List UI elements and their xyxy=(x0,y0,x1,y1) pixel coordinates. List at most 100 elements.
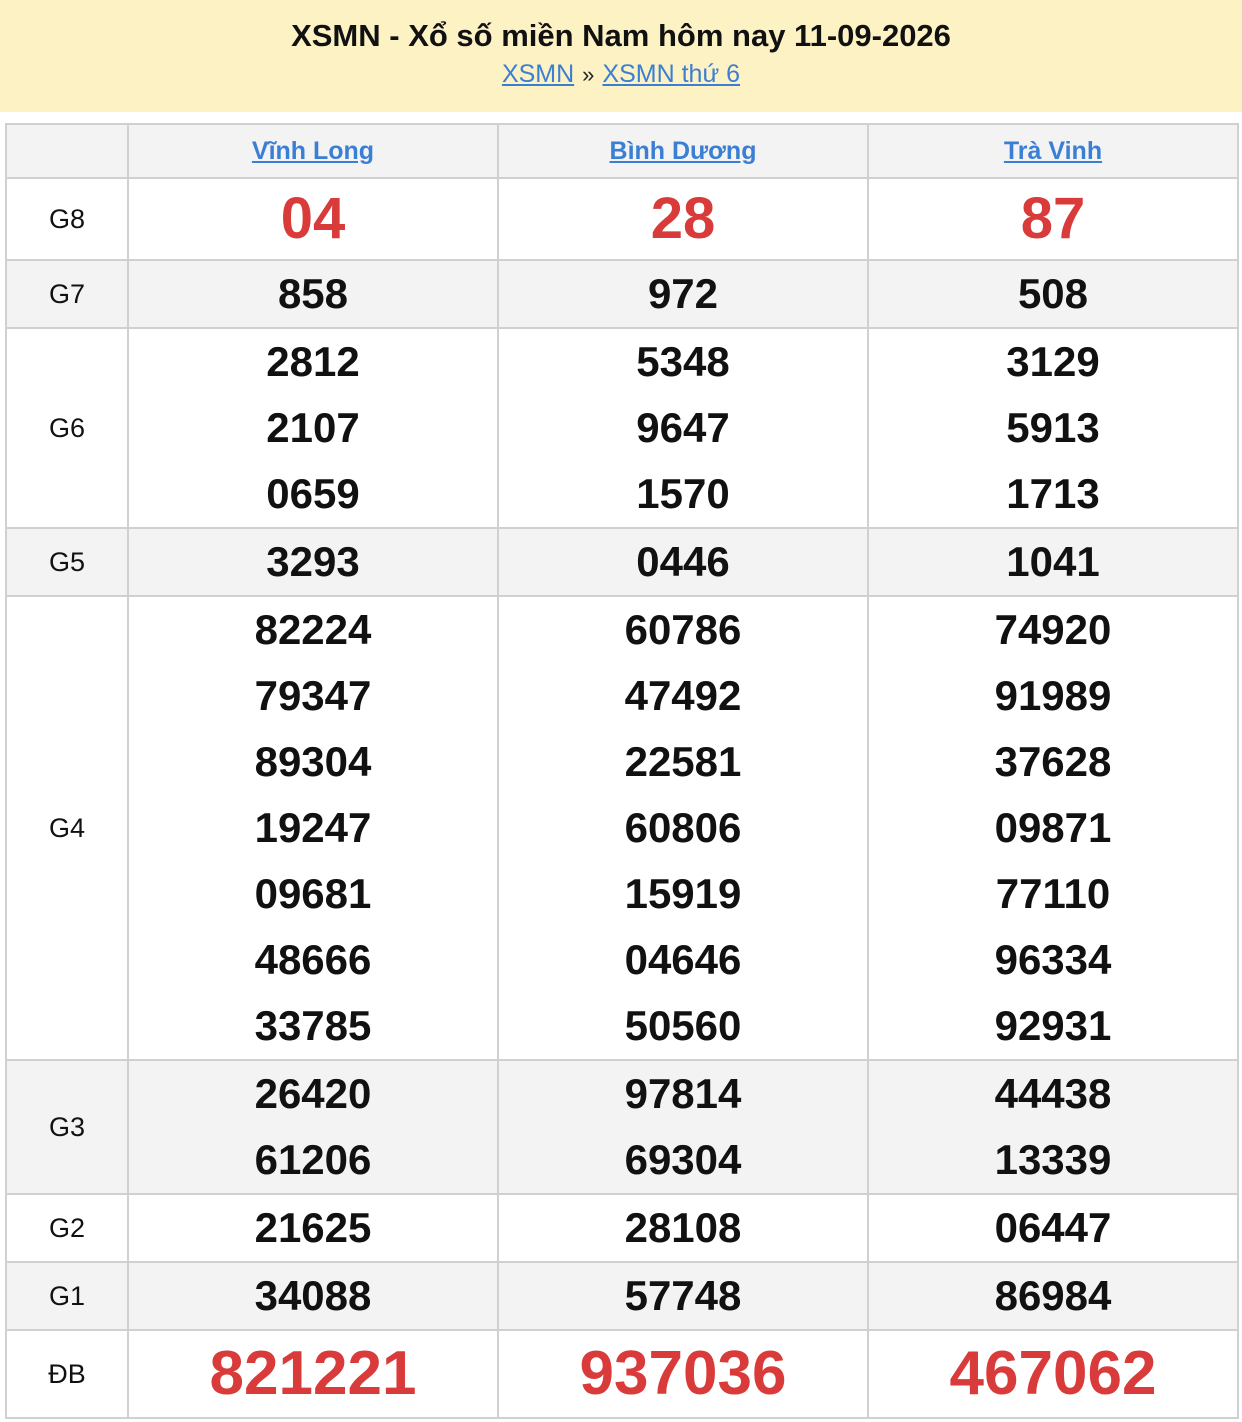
prize-number: 57748 xyxy=(624,1272,742,1319)
prize-number: 0659 xyxy=(266,470,360,517)
prize-number: 60806 xyxy=(624,804,742,851)
prize-number: 467062 xyxy=(949,1339,1157,1408)
prize-row-g5: G5 3293 0446 1041 xyxy=(5,527,1239,597)
prize-cell: 26420 61206 xyxy=(127,1059,499,1195)
prize-number: 33785 xyxy=(254,1002,372,1049)
prize-cell: 508 xyxy=(867,259,1239,329)
prize-cell: 821221 xyxy=(127,1329,499,1419)
prize-number: 50560 xyxy=(624,1002,742,1049)
prize-number: 60786 xyxy=(624,606,742,653)
prize-label: G4 xyxy=(5,595,129,1061)
prize-cell: 1041 xyxy=(867,527,1239,597)
prize-label: ĐB xyxy=(5,1329,129,1419)
prize-number: 96334 xyxy=(994,936,1112,983)
province-link-binh-duong[interactable]: Bình Dương xyxy=(610,137,757,165)
prize-number: 28 xyxy=(650,186,716,251)
prize-cell: 74920 91989 37628 09871 77110 96334 92931 xyxy=(867,595,1239,1061)
prize-number: 15919 xyxy=(624,870,742,917)
prize-cell: 86984 xyxy=(867,1261,1239,1331)
prize-number: 37628 xyxy=(994,738,1112,785)
prize-number: 04 xyxy=(280,186,346,251)
prize-row-g3: G3 26420 61206 97814 69304 44438 13339 xyxy=(5,1059,1239,1195)
breadcrumb-separator: » xyxy=(582,62,595,87)
prize-cell: 0446 xyxy=(497,527,869,597)
prize-number: 1041 xyxy=(1006,538,1100,585)
prize-number: 21625 xyxy=(254,1204,372,1251)
prize-label: G1 xyxy=(5,1261,129,1331)
prize-cell: 467062 xyxy=(867,1329,1239,1419)
breadcrumb: XSMN » XSMN thứ 6 xyxy=(0,58,1242,91)
prize-number: 13339 xyxy=(994,1136,1112,1183)
prize-cell: 858 xyxy=(127,259,499,329)
province-header: Bình Dương xyxy=(497,123,869,179)
prize-cell: 04 xyxy=(127,177,499,261)
prize-number: 34088 xyxy=(254,1272,372,1319)
prize-cell: 937036 xyxy=(497,1329,869,1419)
prize-label: G6 xyxy=(5,327,129,529)
prize-row-g1: G1 34088 57748 86984 xyxy=(5,1261,1239,1331)
prize-number: 3129 xyxy=(1006,338,1100,385)
prize-cell: 3293 xyxy=(127,527,499,597)
prize-row-g7: G7 858 972 508 xyxy=(5,259,1239,329)
prize-number: 92931 xyxy=(994,1002,1112,1049)
prize-row-g2: G2 21625 28108 06447 xyxy=(5,1193,1239,1263)
prize-cell: 28108 xyxy=(497,1193,869,1263)
prize-label: G2 xyxy=(5,1193,129,1263)
prize-number: 44438 xyxy=(994,1070,1112,1117)
prize-number: 09871 xyxy=(994,804,1112,851)
prize-number: 61206 xyxy=(254,1136,372,1183)
prize-cell: 21625 xyxy=(127,1193,499,1263)
prize-cell: 44438 13339 xyxy=(867,1059,1239,1195)
prize-number: 26420 xyxy=(254,1070,372,1117)
prize-number: 22581 xyxy=(624,738,742,785)
prize-number: 48666 xyxy=(254,936,372,983)
prize-number: 97814 xyxy=(624,1070,742,1117)
prize-number: 821221 xyxy=(209,1339,417,1408)
prize-number: 858 xyxy=(277,270,349,317)
prize-number: 5913 xyxy=(1006,404,1100,451)
prize-cell: 972 xyxy=(497,259,869,329)
prize-number: 28108 xyxy=(624,1204,742,1251)
province-header-row: Vĩnh Long Bình Dương Trà Vinh xyxy=(5,123,1239,179)
prize-number: 77110 xyxy=(995,870,1111,917)
page-title: XSMN - Xổ số miền Nam hôm nay 11-09-2026 xyxy=(291,18,951,53)
prize-cell: 2812 2107 0659 xyxy=(127,327,499,529)
prize-cell: 28 xyxy=(497,177,869,261)
prize-label: G5 xyxy=(5,527,129,597)
prize-number: 82224 xyxy=(254,606,372,653)
prize-number: 1570 xyxy=(636,470,730,517)
breadcrumb-xsmn-link[interactable]: XSMN xyxy=(502,60,574,88)
prize-number: 2107 xyxy=(266,404,360,451)
prize-row-g8: G8 04 28 87 xyxy=(5,177,1239,261)
prize-number: 5348 xyxy=(636,338,730,385)
prize-row-g6: G6 2812 2107 0659 5348 9647 1570 3129 5913 1713 xyxy=(5,327,1239,529)
page-header: XSMN - Xổ số miền Nam hôm nay 11-09-2026… xyxy=(0,0,1242,112)
prize-number: 74920 xyxy=(994,606,1112,653)
prize-number: 04646 xyxy=(624,936,742,983)
prize-cell: 57748 xyxy=(497,1261,869,1331)
prize-number: 47492 xyxy=(624,672,742,719)
prize-number: 3293 xyxy=(266,538,360,585)
prize-number: 91989 xyxy=(994,672,1112,719)
prize-cell: 97814 69304 xyxy=(497,1059,869,1195)
prize-cell: 06447 xyxy=(867,1193,1239,1263)
prize-cell: 3129 5913 1713 xyxy=(867,327,1239,529)
province-header: Vĩnh Long xyxy=(127,123,499,179)
prize-cell: 34088 xyxy=(127,1261,499,1331)
corner-cell xyxy=(5,123,129,179)
breadcrumb-xsmn-thu6-link[interactable]: XSMN thứ 6 xyxy=(602,60,740,88)
prize-row-g4: G4 82224 79347 89304 19247 09681 48666 33785 607… xyxy=(5,595,1239,1061)
prize-label: G8 xyxy=(5,177,129,261)
prize-number: 87 xyxy=(1020,186,1086,251)
prize-number: 1713 xyxy=(1006,470,1100,517)
prize-number: 2812 xyxy=(266,338,360,385)
province-link-vinh-long[interactable]: Vĩnh Long xyxy=(252,137,374,165)
prize-cell: 5348 9647 1570 xyxy=(497,327,869,529)
prize-row-db: ĐB 821221 937036 467062 xyxy=(5,1329,1239,1419)
province-link-tra-vinh[interactable]: Trà Vinh xyxy=(1004,137,1102,165)
prize-number: 09681 xyxy=(254,870,372,917)
prize-number: 86984 xyxy=(994,1272,1112,1319)
prize-number: 19247 xyxy=(254,804,372,851)
prize-number: 972 xyxy=(647,270,719,317)
prize-number: 9647 xyxy=(636,404,730,451)
